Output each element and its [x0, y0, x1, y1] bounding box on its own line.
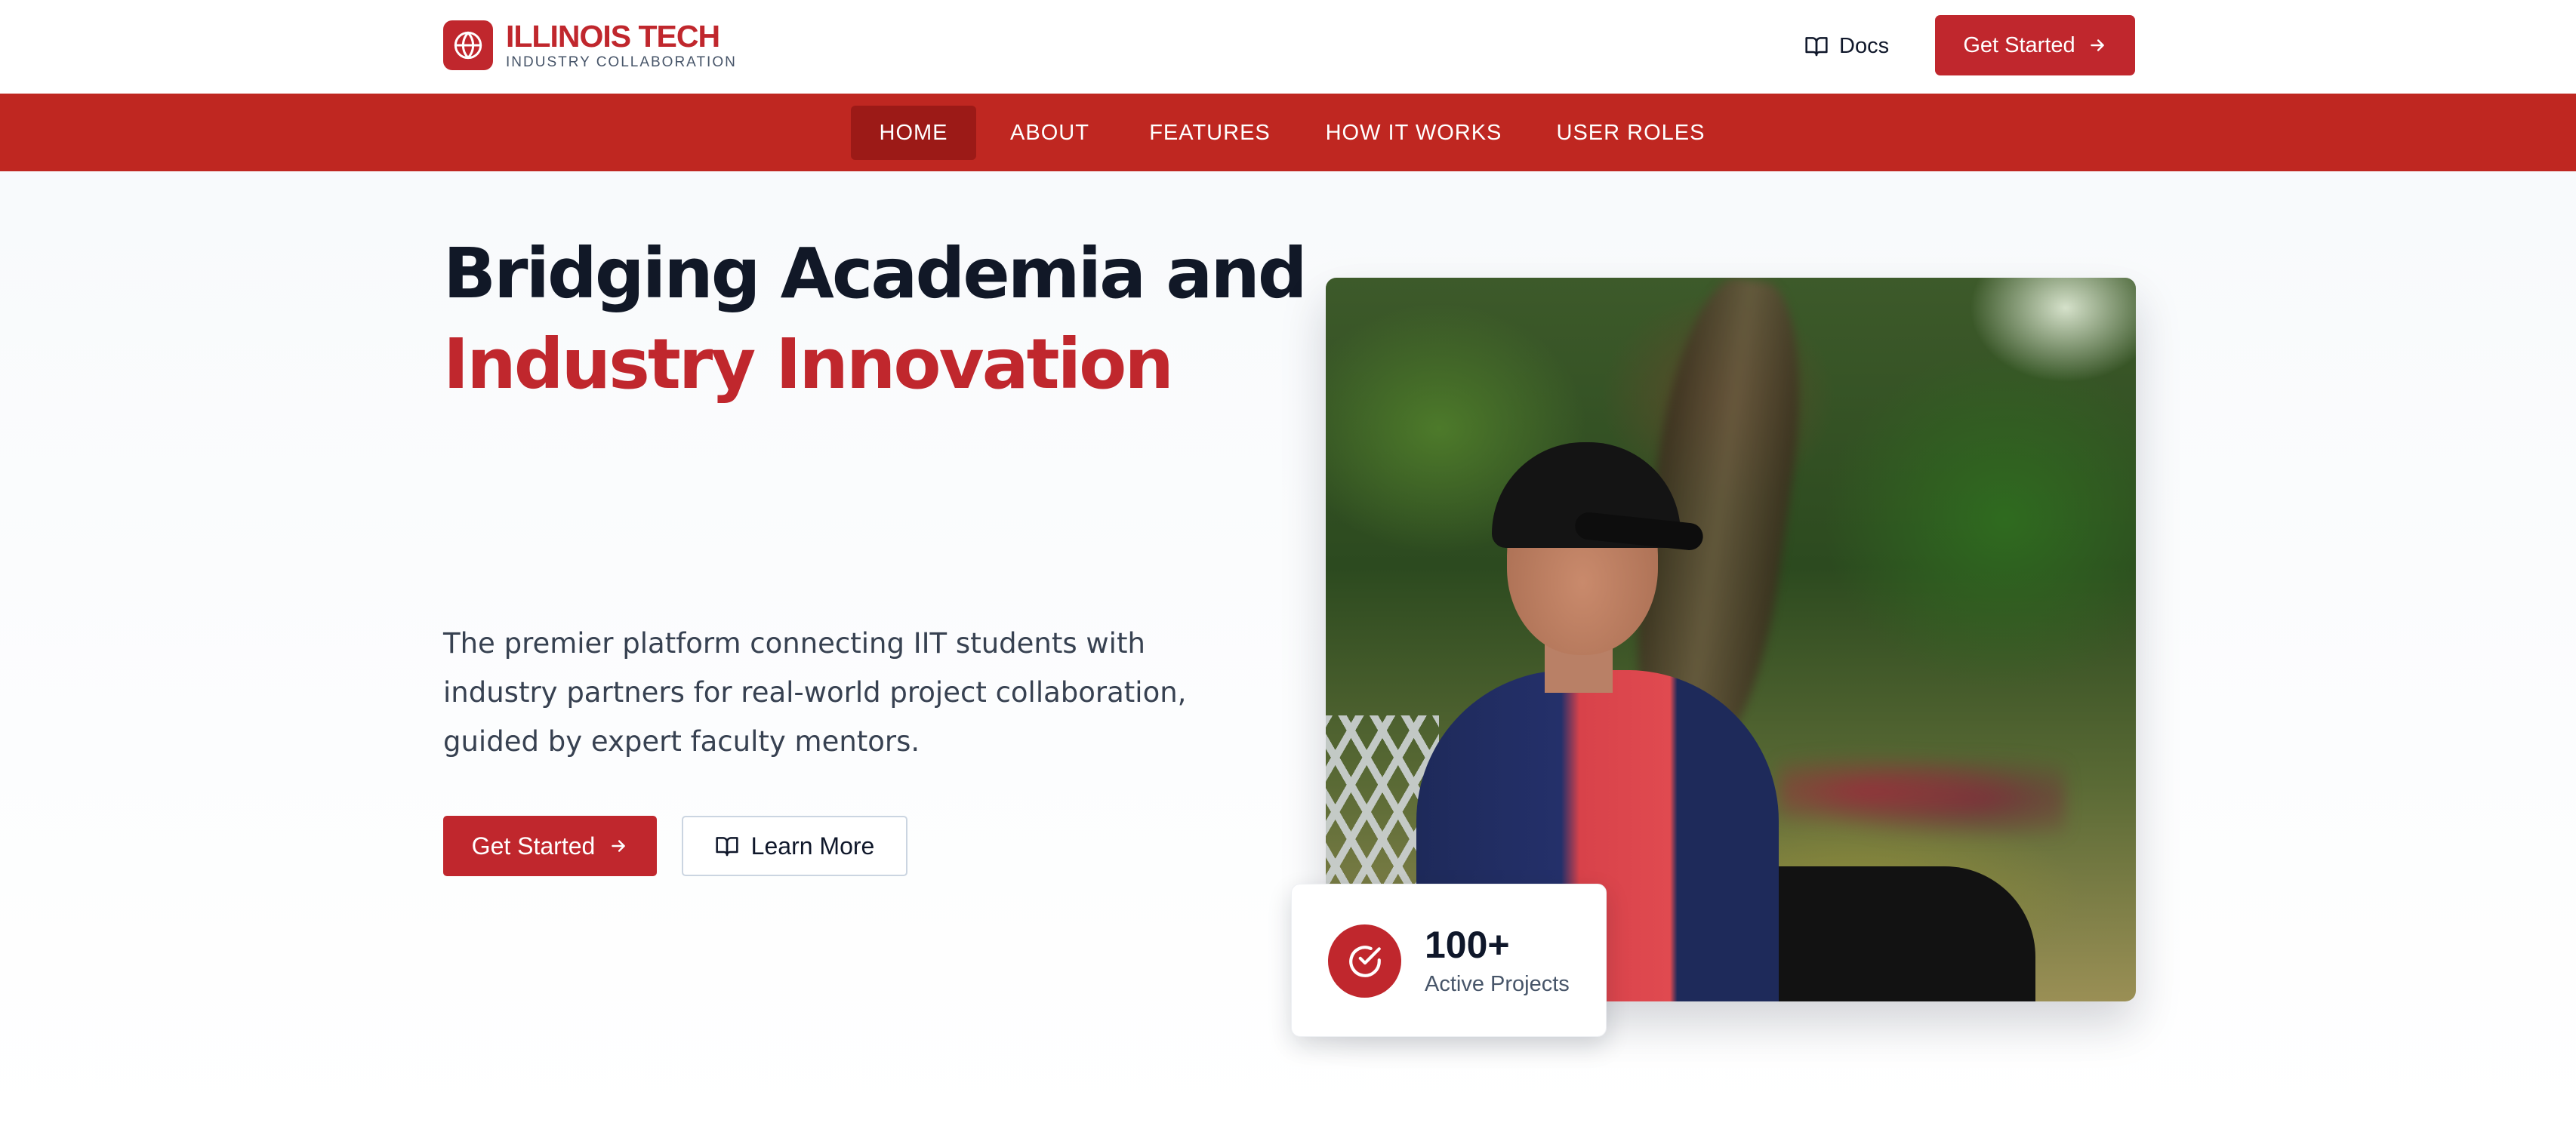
docs-link[interactable]: Docs [1804, 29, 1889, 63]
docs-label: Docs [1839, 33, 1890, 58]
globe-icon [443, 20, 493, 70]
main-nav: HOME ABOUT FEATURES HOW IT WORKS USER RO… [0, 94, 2576, 171]
book-open-icon [1804, 34, 1829, 58]
brand-subtitle: INDUSTRY COLLABORATION [506, 54, 737, 70]
brand-logo[interactable]: ILLINOIS TECH INDUSTRY COLLABORATION [443, 20, 737, 71]
stat-value: 100+ [1425, 924, 1510, 966]
hero-title-line2: Industry Innovation [443, 324, 1174, 405]
learn-more-label: Learn More [750, 832, 875, 860]
brand-title: ILLINOIS TECH [506, 19, 720, 54]
learn-more-button[interactable]: Learn More [682, 816, 907, 876]
get-started-button[interactable]: Get Started [443, 816, 657, 876]
check-circle-icon [1328, 924, 1401, 998]
nav-item-home[interactable]: HOME [851, 106, 976, 160]
arrow-right-icon [2088, 35, 2107, 55]
stat-label: Active Projects [1425, 972, 1570, 996]
hero-title-line1: Bridging Academia and [443, 233, 1308, 314]
get-started-button-header[interactable]: Get Started [1935, 15, 2135, 75]
nav-item-user-roles[interactable]: USER ROLES [1550, 106, 1712, 160]
stat-card: 100+ Active Projects [1291, 884, 1607, 1037]
nav-item-features[interactable]: FEATURES [1140, 106, 1280, 160]
arrow-right-icon [609, 836, 628, 856]
hero-title: Bridging Academia and Industry Innovatio… [443, 229, 1308, 410]
book-open-icon [715, 834, 739, 858]
nav-item-about[interactable]: ABOUT [995, 106, 1105, 160]
hero-section [0, 171, 2576, 1132]
nav-item-how-it-works[interactable]: HOW IT WORKS [1314, 106, 1514, 160]
hero-description: The premier platform connecting IIT stud… [443, 627, 1187, 758]
get-started-button-label: Get Started [471, 832, 596, 860]
get-started-label: Get Started [1963, 32, 2075, 57]
top-header: ILLINOIS TECH INDUSTRY COLLABORATION Doc… [0, 0, 2576, 94]
